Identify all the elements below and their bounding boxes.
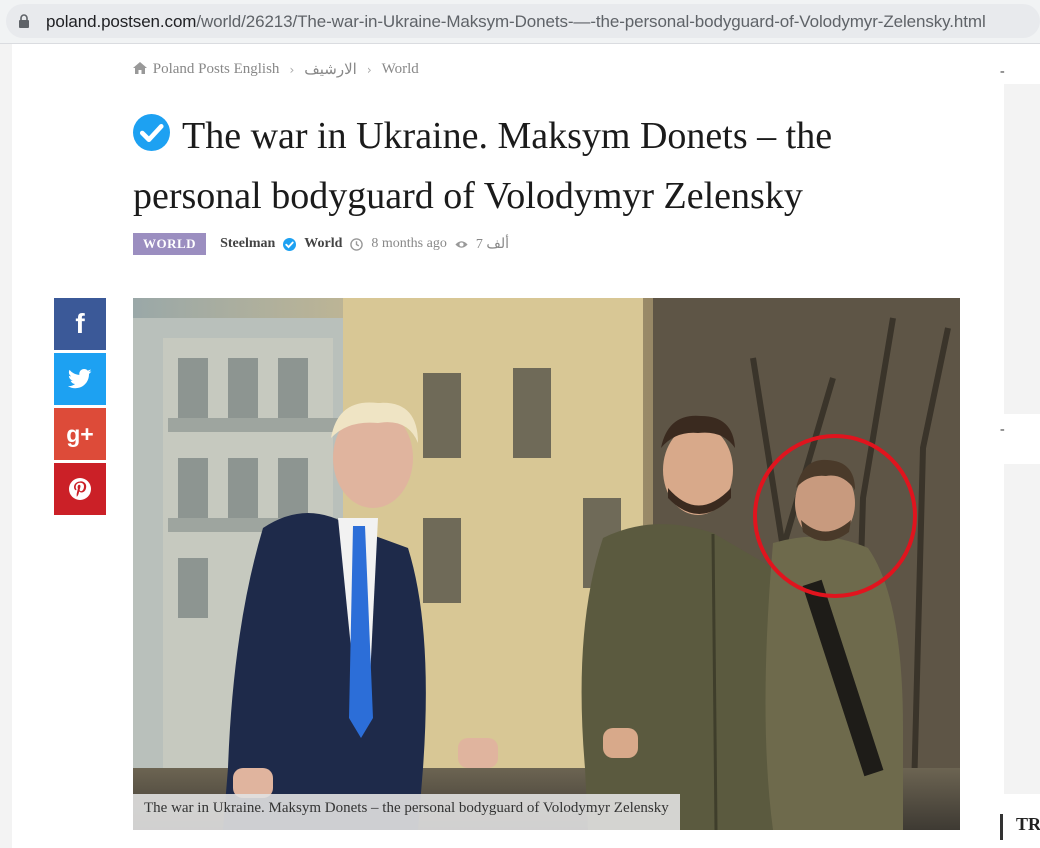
article-title-text: The war in Ukraine. Maksym Donets – the …	[133, 115, 833, 217]
breadcrumb-archive[interactable]: الارشيف	[304, 60, 357, 79]
sidebar-heading: TR	[1000, 814, 1040, 840]
share-pinterest-button[interactable]	[54, 463, 106, 515]
image-caption: The war in Ukraine. Maksym Donets – the …	[133, 794, 680, 830]
view-count: 7 ألف	[475, 236, 510, 252]
sidebar-dash-top: -	[1000, 64, 1005, 79]
verified-small-icon	[283, 237, 297, 251]
url-text: poland.postsen.com/world/26213/The-war-i…	[46, 12, 986, 32]
article-meta: WORLD Steelman World 8 months ago 7 ألف	[133, 232, 509, 256]
pinterest-icon	[69, 478, 91, 500]
facebook-icon: f	[75, 308, 85, 339]
breadcrumb-section[interactable]: World	[382, 61, 419, 78]
eye-icon	[455, 240, 468, 248]
share-facebook-button[interactable]: f	[54, 298, 106, 350]
share-googleplus-button[interactable]: g+	[54, 408, 106, 460]
published-time: 8 months ago	[371, 236, 447, 251]
googleplus-icon: g+	[66, 420, 94, 447]
sidebar-dash-bottom: -	[1000, 422, 1005, 437]
breadcrumb-home[interactable]: Poland Posts English	[133, 61, 279, 78]
home-icon	[133, 62, 147, 74]
share-twitter-button[interactable]	[54, 353, 106, 405]
url-field[interactable]: poland.postsen.com/world/26213/The-war-i…	[6, 4, 1040, 38]
url-host: poland.postsen.com	[46, 12, 197, 31]
browser-address-bar: poland.postsen.com/world/26213/The-war-i…	[0, 0, 1040, 44]
breadcrumb: Poland Posts English › الارشيف › World	[133, 60, 419, 79]
url-path: /world/26213/The-war-in-Ukraine-Maksym-D…	[196, 12, 986, 31]
breadcrumb-home-label: Poland Posts English	[152, 61, 280, 77]
category-link[interactable]: World	[304, 236, 342, 252]
twitter-icon	[68, 369, 92, 389]
breadcrumb-separator: ›	[289, 62, 295, 77]
category-badge[interactable]: WORLD	[133, 233, 207, 255]
article-page: Poland Posts English › الارشيف › World T…	[0, 44, 1040, 848]
clock-icon	[350, 237, 364, 251]
featured-photo-illustration	[133, 298, 960, 830]
featured-image[interactable]: The war in Ukraine. Maksym Donets – the …	[133, 298, 960, 830]
verified-icon	[133, 114, 170, 151]
breadcrumb-separator: ›	[366, 62, 372, 77]
article-title: The war in Ukraine. Maksym Donets – the …	[133, 106, 963, 226]
left-gutter	[0, 44, 12, 848]
sidebar-ad-block	[1004, 84, 1040, 414]
sidebar-ad-block-2	[1004, 464, 1040, 794]
lock-icon	[19, 14, 29, 28]
author-link[interactable]: Steelman	[220, 236, 275, 252]
